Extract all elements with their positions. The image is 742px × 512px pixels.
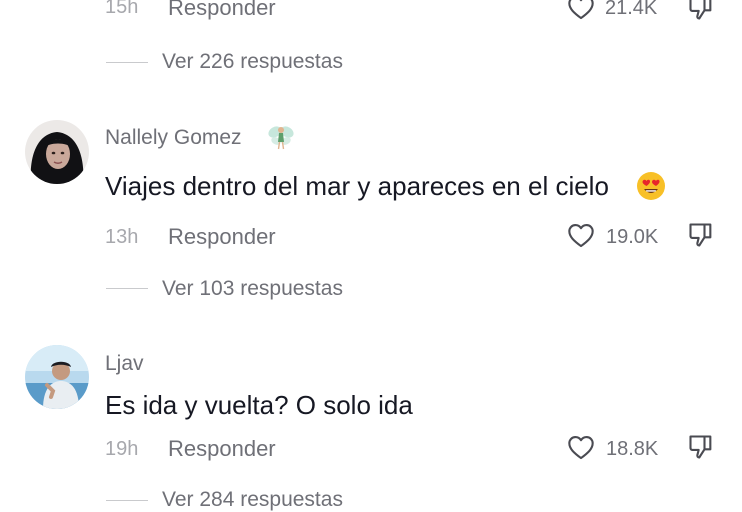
fairy-emoji-icon	[266, 122, 296, 152]
view-replies-button[interactable]: Ver 226 respuestas	[162, 50, 343, 74]
comment-text: Es ida y vuelta? O solo ida	[105, 390, 413, 420]
thumbs-down-icon[interactable]	[687, 433, 715, 461]
heart-outline-icon[interactable]	[567, 222, 595, 248]
username[interactable]: Ljav	[105, 352, 144, 376]
comment-time: 13h	[105, 226, 139, 248]
reply-button[interactable]: Responder	[168, 436, 276, 462]
heart-outline-icon[interactable]	[567, 0, 595, 20]
replies-divider	[106, 500, 148, 501]
reply-button[interactable]: Responder	[168, 0, 276, 21]
thumbs-down-icon[interactable]	[687, 221, 715, 249]
comment-text: Viajes dentro del mar y apareces en el c…	[105, 171, 609, 201]
view-replies-button[interactable]: Ver 103 respuestas	[162, 277, 343, 301]
view-replies-button[interactable]: Ver 284 respuestas	[162, 488, 343, 512]
like-count: 18.8K	[606, 438, 659, 460]
avatar[interactable]	[25, 345, 89, 409]
thumbs-down-icon[interactable]	[687, 0, 715, 22]
comment-time: 15h	[105, 0, 139, 18]
heart-eyes-emoji-icon	[635, 170, 667, 202]
replies-divider	[106, 288, 148, 289]
like-count: 21.4K	[605, 0, 658, 19]
replies-divider	[106, 62, 148, 63]
like-count: 19.0K	[606, 226, 659, 248]
comment-time: 19h	[105, 438, 139, 460]
heart-outline-icon[interactable]	[567, 434, 595, 460]
username[interactable]: Nallely Gomez	[105, 126, 242, 150]
reply-button[interactable]: Responder	[168, 224, 276, 250]
avatar[interactable]	[25, 120, 89, 184]
